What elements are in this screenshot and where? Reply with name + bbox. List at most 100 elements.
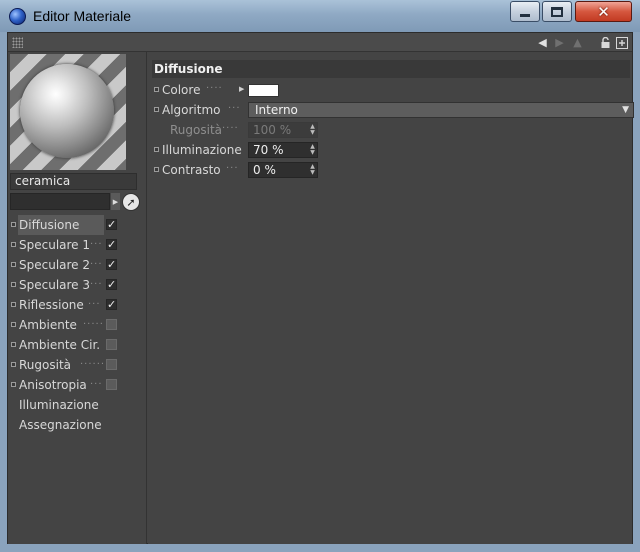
contrasto-field[interactable]: 0 % ▲ ▼ [248, 162, 318, 178]
leader-dots: ··· [90, 379, 103, 390]
channel-bullet [11, 282, 16, 287]
param-bullet[interactable] [154, 107, 159, 112]
rugosita-field: 100 % ▲ ▼ [248, 122, 318, 138]
channel-ambiente-cir[interactable]: Ambiente Cir. [8, 335, 147, 355]
rugosita-row: Rugosità ···· 100 % ▲ ▼ [148, 121, 632, 139]
color-swatch[interactable] [248, 84, 279, 97]
param-bullet[interactable] [154, 147, 159, 152]
contrasto-label: Contrasto [162, 163, 221, 177]
expand-arrow-icon[interactable]: ▶ [239, 85, 244, 93]
channel-bullet [11, 342, 16, 347]
channel-bullet [11, 262, 16, 267]
chevron-down-icon: ▼ [622, 105, 629, 115]
channel-diffusione[interactable]: Diffusione ✓ [8, 215, 147, 235]
algoritmo-dropdown[interactable]: Interno ▼ [248, 102, 634, 118]
close-button[interactable]: ✕ [575, 1, 632, 22]
channel-speculare-2[interactable]: Speculare 2 ··· ✓ [8, 255, 147, 275]
channel-checkbox[interactable] [106, 339, 117, 350]
leader-dots: ··· [88, 299, 101, 310]
maximize-button[interactable] [542, 1, 572, 22]
title-bar: Editor Materiale ✕ [0, 0, 640, 32]
filter-arrow-icon[interactable]: ▶ [111, 193, 120, 210]
channel-ambiente[interactable]: Ambiente ····· [8, 315, 147, 335]
material-preview[interactable] [10, 54, 126, 170]
window-frame: ◀ ▶ ▲ ceramica ▶ ➚ Diffusione ✓ Specular… [0, 32, 640, 552]
algoritmo-label: Algoritmo [162, 103, 221, 117]
maximize-icon [551, 6, 563, 17]
channel-illuminazione[interactable]: Illuminazione [8, 395, 147, 415]
channel-bullet [11, 242, 16, 247]
contrasto-row: Contrasto ··· 0 % ▲ ▼ [148, 161, 632, 179]
channel-bullet [11, 302, 16, 307]
channel-checkbox[interactable]: ✓ [106, 239, 117, 250]
param-bullet[interactable] [154, 167, 159, 172]
leader-dots: ··· [90, 259, 103, 270]
channel-list: Diffusione ✓ Speculare 1 ··· ✓ Speculare… [8, 215, 147, 435]
preview-sphere [20, 64, 114, 158]
param-bullet[interactable] [154, 87, 159, 92]
channel-bullet [11, 322, 16, 327]
channel-bullet [11, 222, 16, 227]
channel-bullet [11, 382, 16, 387]
channel-checkbox[interactable] [106, 359, 117, 370]
material-sphere-icon [9, 8, 26, 25]
material-name-field[interactable]: ceramica [10, 173, 137, 190]
channel-label: Rugosità [19, 358, 72, 372]
leader-dots: ··· [90, 279, 103, 290]
colore-row: Colore ···· ▶ [148, 81, 632, 99]
rugosita-label: Rugosità [170, 123, 223, 137]
minimize-button[interactable] [510, 1, 540, 22]
spinner-icon[interactable]: ▲ ▼ [309, 144, 316, 156]
leader-dots: ··· [228, 103, 241, 114]
channel-rugosita[interactable]: Rugosità ······ [8, 355, 147, 375]
illuminazione-label: Illuminazione [162, 143, 242, 157]
pick-cursor-icon[interactable]: ➚ [122, 193, 140, 211]
channel-assegnazione[interactable]: Assegnazione [8, 415, 147, 435]
channel-label: Riflessione [19, 298, 84, 312]
channel-label: Ambiente [19, 318, 77, 332]
channel-checkbox[interactable]: ✓ [106, 259, 117, 270]
close-icon: ✕ [597, 2, 610, 21]
channel-checkbox[interactable]: ✓ [106, 299, 117, 310]
colore-label: Colore [162, 83, 201, 97]
lock-icon[interactable] [599, 36, 612, 49]
leader-dots: ······ [80, 359, 106, 370]
channel-label: Ambiente Cir. [19, 338, 101, 352]
arrow-up-icon[interactable]: ▲ [571, 36, 584, 49]
toolbar-grip-icon[interactable] [12, 37, 23, 48]
channel-bullet [11, 362, 16, 367]
spinner-icon[interactable]: ▲ ▼ [309, 164, 316, 176]
channel-label: Diffusione [18, 215, 104, 235]
channel-panel: ceramica ▶ ➚ Diffusione ✓ Speculare 1 ··… [8, 52, 147, 544]
channel-checkbox[interactable]: ✓ [106, 219, 117, 230]
material-filter-input[interactable] [10, 193, 110, 210]
channel-checkbox[interactable] [106, 319, 117, 330]
algoritmo-value: Interno [255, 103, 298, 117]
arrow-right-icon[interactable]: ▶ [553, 36, 566, 49]
channel-riflessione[interactable]: Riflessione ··· ✓ [8, 295, 147, 315]
leader-dots: ··· [226, 163, 239, 174]
channel-label: Assegnazione [19, 418, 102, 432]
rugosita-value: 100 % [253, 123, 292, 137]
channel-label: Speculare 3 [19, 278, 91, 292]
channel-label: Speculare 2 [19, 258, 91, 272]
minimize-icon [520, 13, 530, 17]
new-window-icon[interactable] [615, 36, 628, 49]
channel-anisotropia[interactable]: Anisotropia ··· [8, 375, 147, 395]
channel-speculare-1[interactable]: Speculare 1 ··· ✓ [8, 235, 147, 255]
illuminazione-value: 70 % [253, 143, 284, 157]
channel-label: Speculare 1 [19, 238, 91, 252]
channel-checkbox[interactable] [106, 379, 117, 390]
channel-speculare-3[interactable]: Speculare 3 ··· ✓ [8, 275, 147, 295]
algoritmo-row: Algoritmo ··· Interno ▼ [148, 101, 634, 119]
channel-label: Illuminazione [19, 398, 99, 412]
channel-label: Anisotropia [19, 378, 87, 392]
channel-checkbox[interactable]: ✓ [106, 279, 117, 290]
leader-dots: ····· [83, 319, 104, 330]
editor-client-area: ◀ ▶ ▲ ceramica ▶ ➚ Diffusione ✓ Specular… [7, 32, 634, 544]
illuminazione-field[interactable]: 70 % ▲ ▼ [248, 142, 318, 158]
window-title: Editor Materiale [33, 8, 132, 24]
leader-dots: ··· [90, 239, 103, 250]
arrow-left-icon[interactable]: ◀ [536, 36, 549, 49]
illuminazione-row: Illuminazione 70 % ▲ ▼ [148, 141, 632, 159]
